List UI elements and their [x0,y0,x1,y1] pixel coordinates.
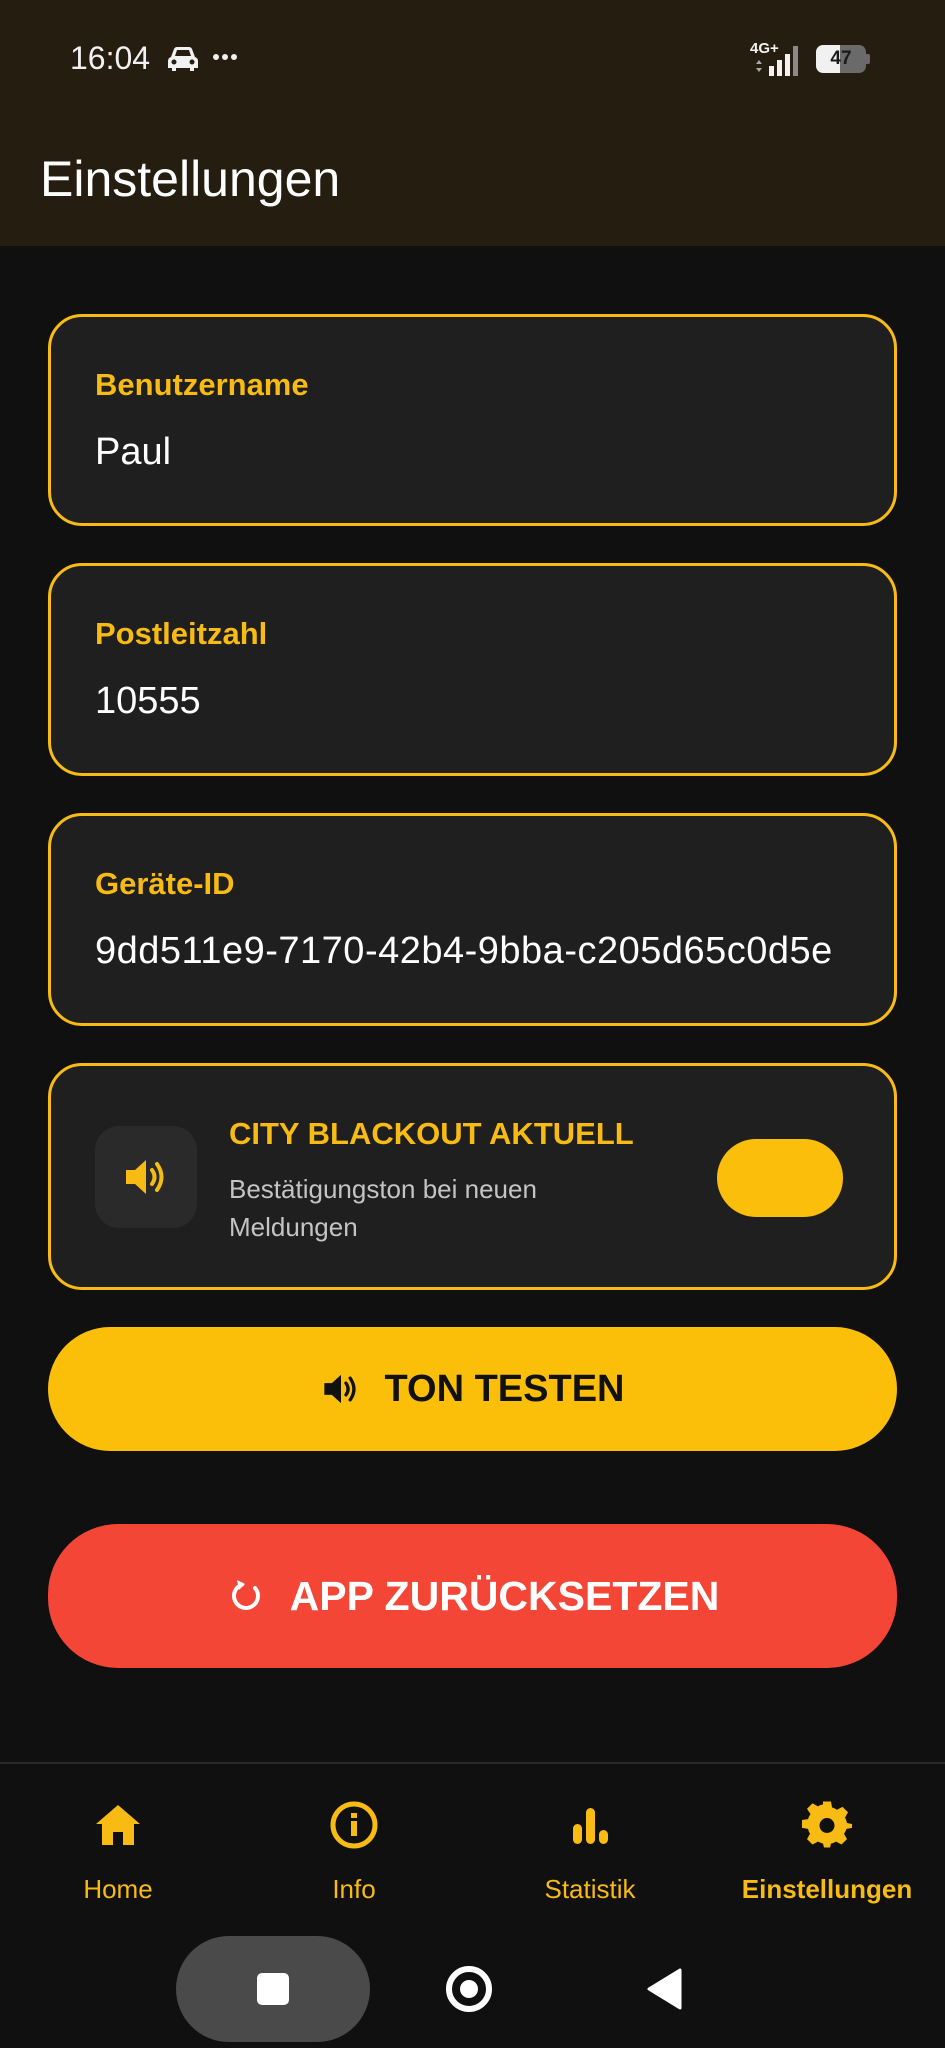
test-sound-button[interactable]: TON TESTEN [48,1327,897,1451]
sound-setting-title: CITY BLACKOUT AKTUELL [229,1116,634,1151]
reset-app-button[interactable]: APP ZURÜCKSETZEN [48,1524,897,1668]
system-home-button[interactable] [446,1966,492,2012]
nav-home-label: Home [83,1874,153,1904]
postal-code-label: Postleitzahl [95,616,268,651]
sound-setting-card: CITY BLACKOUT AKTUELL Bestätigungston be… [48,1063,897,1290]
battery-icon: 47 [816,45,870,73]
home-icon [96,1805,140,1845]
system-navigation-bar [0,1922,945,2048]
username-value[interactable]: Paul [95,431,171,474]
sound-toggle-switch[interactable] [717,1139,843,1217]
page-title: Einstellungen [40,151,341,207]
device-id-value[interactable]: 9dd511e9-7170-42b4-9bba-c205d65c0d5e [95,930,833,973]
nav-einstellungen-label: Einstellungen [741,1874,913,1904]
top-app-bar: 16:04 4G+ 47 Einstellungen [0,0,945,246]
recent-apps-button[interactable] [176,1936,370,2042]
battery-level: 47 [830,48,852,69]
settings-screen: 16:04 4G+ 47 Einstellungen Benutzername [0,0,945,2048]
username-label: Benutzername [95,367,309,402]
home-circle-icon [460,1980,478,1998]
nav-statistik[interactable]: Statistik [472,1764,708,1924]
nav-statistik-label: Statistik [544,1874,636,1904]
status-time: 16:04 [70,40,151,76]
gear-icon [802,1801,852,1848]
back-button[interactable] [646,1968,682,2010]
speaker-icon [323,1374,356,1404]
network-type: 4G+ [750,40,779,57]
refresh-icon [231,1580,260,1610]
more-dots-icon [213,54,237,60]
device-id-label: Geräte-ID [95,866,235,901]
bottom-navigation: Home Info Statistik Einstellungen [0,1762,945,1922]
sound-setting-description: Bestätigungston bei neuen Meldungen [229,1174,537,1242]
nav-info-label: Info [332,1874,376,1904]
nav-home[interactable]: Home [0,1764,236,1924]
postal-code-value[interactable]: 10555 [95,680,201,723]
nav-info[interactable]: Info [236,1764,472,1924]
username-field[interactable]: Benutzername Paul [48,314,897,526]
postal-code-field[interactable]: Postleitzahl 10555 [48,563,897,776]
reset-app-label: APP ZURÜCKSETZEN [289,1572,720,1619]
recent-apps-icon [257,1973,289,2005]
nav-einstellungen[interactable]: Einstellungen [709,1764,945,1924]
test-sound-label: TON TESTEN [384,1367,625,1410]
speaker-icon-box [95,1126,197,1228]
speaker-icon [126,1160,164,1194]
device-id-field[interactable]: Geräte-ID 9dd511e9-7170-42b4-9bba-c205d6… [48,813,897,1026]
info-icon [330,1801,378,1849]
stats-icon [573,1808,608,1844]
car-icon [168,47,198,71]
